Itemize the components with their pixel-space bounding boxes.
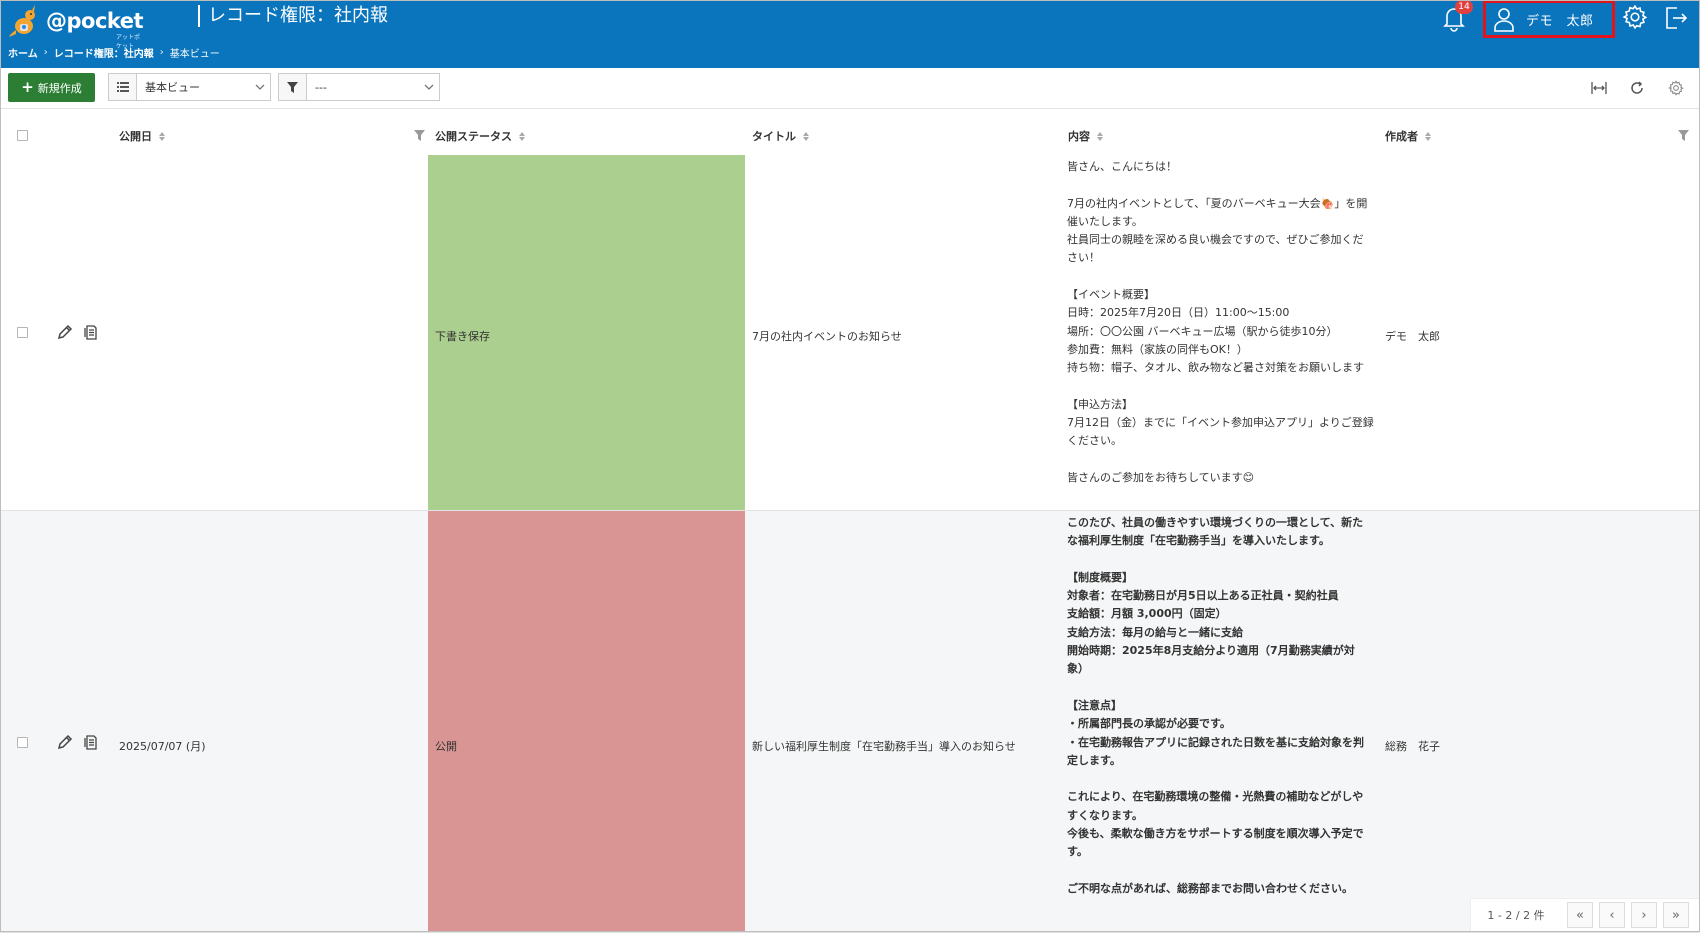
user-menu[interactable]: デモ 太郎 <box>1483 0 1615 38</box>
column-header-title-label: タイトル <box>752 130 796 143</box>
pagination-info: 1 - 2 / 2 件 <box>1487 909 1545 922</box>
author-cell: デモ 太郎 <box>1385 330 1440 343</box>
sort-icon[interactable] <box>519 131 525 141</box>
list-icon <box>109 74 137 100</box>
logout-icon[interactable] <box>1663 5 1689 31</box>
status-cell <box>428 511 745 932</box>
new-record-button[interactable]: + 新規作成 <box>8 73 95 102</box>
column-header-status-label: 公開ステータス <box>435 130 512 143</box>
copy-document-icon[interactable] <box>83 324 99 340</box>
copy-document-icon[interactable] <box>83 734 99 750</box>
select-all-checkbox[interactable] <box>17 130 28 141</box>
content-cell: 皆さん、こんにちは！ 7月の社内イベントとして、「夏のバーベキュー大会🍖」を開催… <box>1067 160 1374 485</box>
user-name: デモ 太郎 <box>1526 13 1594 29</box>
status-cell-label: 公開 <box>435 740 457 753</box>
status-cell-label: 下書き保存 <box>435 330 490 343</box>
plus-icon: + <box>21 78 34 96</box>
sort-icon[interactable] <box>1097 131 1103 141</box>
breadcrumb-app[interactable]: レコード権限：社内報 <box>54 45 154 60</box>
column-filter-icon[interactable] <box>1678 130 1689 141</box>
content-cell: このたび、社員の働きやすい環境づくりの一環として、新たな福利厚生制度「在宅勤務手… <box>1067 516 1364 895</box>
app-title: レコード権限：社内報 <box>198 5 388 27</box>
chevron-down-icon <box>419 84 439 90</box>
column-header-status[interactable]: 公開ステータス <box>435 117 525 155</box>
filter-icon <box>279 74 307 100</box>
filter-select-value: --- <box>315 80 327 94</box>
last-page-icon[interactable]: » <box>1663 902 1689 928</box>
row-checkbox[interactable] <box>17 327 28 338</box>
author-cell: 総務 花子 <box>1385 740 1440 753</box>
refresh-icon[interactable] <box>1628 79 1646 97</box>
edit-pencil-icon[interactable] <box>57 734 73 750</box>
row-checkbox[interactable] <box>17 737 28 748</box>
column-filter-icon[interactable] <box>414 130 425 141</box>
breadcrumb-current: 基本ビュー <box>169 49 220 60</box>
column-width-icon[interactable] <box>1590 79 1608 97</box>
view-select-value: 基本ビュー <box>145 81 200 94</box>
app-logo[interactable]: @pocket アットポケット <box>8 2 144 50</box>
sort-icon[interactable] <box>803 131 809 141</box>
user-icon <box>1494 8 1514 32</box>
title-cell[interactable]: 新しい福利厚生制度「在宅勤務手当」導入のお知らせ <box>752 738 1016 754</box>
sort-icon[interactable] <box>1425 131 1431 141</box>
view-select[interactable]: 基本ビュー <box>108 73 271 101</box>
settings-gear-icon[interactable] <box>1622 4 1648 30</box>
column-header-author[interactable]: 作成者 <box>1385 117 1431 155</box>
column-header-date[interactable]: 公開日 <box>119 117 165 155</box>
title-cell[interactable]: 7月の社内イベントのお知らせ <box>752 328 902 344</box>
sort-icon[interactable] <box>159 131 165 141</box>
column-header-title[interactable]: タイトル <box>752 117 809 155</box>
app-header: @pocket アットポケット レコード権限：社内報 ホーム › レコード権限：… <box>0 0 1700 68</box>
next-page-icon[interactable]: › <box>1631 902 1657 928</box>
brand-name: @pocket <box>46 9 144 33</box>
column-header-date-label: 公開日 <box>119 130 152 143</box>
column-header-author-label: 作成者 <box>1385 130 1418 143</box>
table-header: 公開日 公開ステータス タイトル 内容 作成者 <box>0 117 1700 156</box>
breadcrumb: ホーム › レコード権限：社内報 › 基本ビュー <box>8 45 220 60</box>
kangaroo-logo-icon <box>9 5 35 37</box>
breadcrumb-home[interactable]: ホーム <box>8 45 38 60</box>
first-page-icon[interactable]: « <box>1567 902 1593 928</box>
date-cell: 2025/07/07 (月) <box>119 740 206 753</box>
breadcrumb-separator: › <box>159 47 164 58</box>
table-row[interactable]: 2025/07/07 (月) 公開 新しい福利厚生制度「在宅勤務手当」導入のお知… <box>0 511 1700 933</box>
list-toolbar: + 新規作成 基本ビュー --- <box>0 68 1700 109</box>
column-header-content-label: 内容 <box>1068 130 1090 143</box>
edit-pencil-icon[interactable] <box>57 324 73 340</box>
pagination: 1 - 2 / 2 件 « ‹ › » <box>1470 898 1700 931</box>
breadcrumb-separator: › <box>43 47 48 58</box>
prev-page-icon[interactable]: ‹ <box>1599 902 1625 928</box>
table-row[interactable]: 下書き保存 7月の社内イベントのお知らせ 皆さん、こんにちは！ 7月の社内イベン… <box>0 155 1700 511</box>
chevron-down-icon <box>250 84 270 90</box>
notification-badge: 14 <box>1455 0 1473 14</box>
list-settings-gear-icon[interactable] <box>1667 79 1685 97</box>
filter-select[interactable]: --- <box>278 73 440 101</box>
new-record-label: 新規作成 <box>37 81 82 95</box>
column-header-content[interactable]: 内容 <box>1068 117 1103 155</box>
